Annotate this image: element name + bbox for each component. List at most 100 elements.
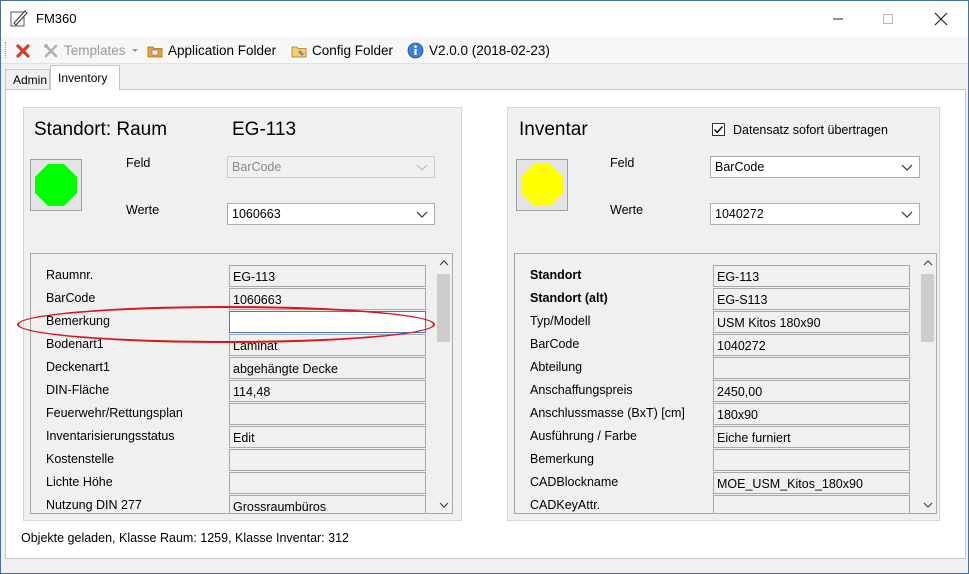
inventory-property-grid[interactable]: Standort EG-113 Standort (alt) EG-S113 Typ/M… xyxy=(514,253,937,514)
property-label: Abteilung xyxy=(530,360,583,374)
property-row[interactable]: BarCode 1060663 xyxy=(31,287,452,310)
application-folder-label: Application Folder xyxy=(168,43,277,58)
red-x-icon xyxy=(16,43,30,58)
version-label: V2.0.0 (2018-02-23) xyxy=(429,43,550,58)
chevron-down-icon xyxy=(901,164,913,171)
right-werte-select[interactable]: 1040272 xyxy=(710,203,920,225)
property-row[interactable]: BarCode 1040272 xyxy=(515,333,936,356)
property-value-field[interactable] xyxy=(229,403,426,425)
property-value-field[interactable]: abgehängte Decke xyxy=(229,357,426,379)
maximize-button[interactable] xyxy=(868,5,908,33)
status-bar-text: Objekte geladen, Klasse Raum: 1259, Klas… xyxy=(21,531,349,545)
property-value-field[interactable]: EG-S113 xyxy=(713,288,910,310)
scroll-thumb[interactable] xyxy=(921,274,934,342)
property-value-field[interactable] xyxy=(713,495,910,513)
transfer-immediately-checkbox[interactable] xyxy=(712,123,725,136)
scroll-down-button[interactable] xyxy=(435,496,452,513)
tab-admin[interactable]: Admin xyxy=(5,69,50,89)
property-value-field[interactable]: EG-113 xyxy=(229,265,426,287)
templates-label: Templates xyxy=(64,43,126,58)
property-label: Ausführung / Farbe xyxy=(530,429,638,443)
left-feld-select[interactable]: BarCode xyxy=(227,156,435,178)
property-row[interactable]: Kostenstelle xyxy=(31,448,452,471)
scroll-down-button[interactable] xyxy=(919,496,936,513)
property-row[interactable]: DIN-Fläche 114,48 xyxy=(31,379,452,402)
property-label: BarCode xyxy=(46,291,96,305)
tab-inventory[interactable]: Inventory xyxy=(50,65,120,90)
delete-button[interactable] xyxy=(15,40,36,61)
property-row[interactable]: Lichte Höhe xyxy=(31,471,452,494)
left-werte-value: 1060663 xyxy=(232,207,281,221)
left-feld-label: Feld xyxy=(126,156,151,170)
property-value-field[interactable]: USM Kitos 180x90 xyxy=(713,311,910,333)
left-feld-value: BarCode xyxy=(232,160,282,174)
toolbar-grip[interactable] xyxy=(5,42,8,58)
property-value-field[interactable]: Eiche furniert xyxy=(713,426,910,448)
app-window: FM360 Templates Application Folder Confi… xyxy=(0,0,969,574)
right-feld-label: Feld xyxy=(610,156,635,170)
property-row[interactable]: CADKeyAttr. xyxy=(515,494,936,513)
config-folder-button[interactable]: Config Folder xyxy=(291,40,393,61)
property-label: Bodenart1 xyxy=(46,337,104,351)
property-value-field[interactable]: Edit xyxy=(229,426,426,448)
property-value-field[interactable]: Laminat xyxy=(229,334,426,356)
property-value-field[interactable] xyxy=(713,357,910,379)
close-icon xyxy=(934,12,948,26)
chevron-up-icon xyxy=(439,259,448,265)
info-icon xyxy=(407,42,424,59)
property-row[interactable]: Feuerwehr/Rettungsplan xyxy=(31,402,452,425)
property-row[interactable]: CADBlockname MOE_USM_Kitos_180x90 xyxy=(515,471,936,494)
property-row[interactable]: Bemerkung xyxy=(515,448,936,471)
version-info-button[interactable]: V2.0.0 (2018-02-23) xyxy=(407,40,550,61)
property-row[interactable]: Bemerkung xyxy=(31,310,452,333)
property-value-field[interactable]: EG-113 xyxy=(713,265,910,287)
inventory-panel: Inventar Datensatz sofort übertragen Fel… xyxy=(507,107,940,521)
property-value-field[interactable]: 2450,00 xyxy=(713,380,910,402)
minimize-button[interactable] xyxy=(818,5,858,33)
property-value-field[interactable]: MOE_USM_Kitos_180x90 xyxy=(713,472,910,494)
toolbar: Templates Application Folder Config Fold… xyxy=(1,37,968,64)
location-grid-scrollbar[interactable] xyxy=(435,254,452,513)
property-row[interactable]: Typ/Modell USM Kitos 180x90 xyxy=(515,310,936,333)
location-panel: Standort: Raum EG-113 Feld BarCode Werte… xyxy=(23,107,462,521)
application-folder-button[interactable]: Application Folder xyxy=(147,40,276,61)
close-button[interactable] xyxy=(921,5,961,33)
config-folder-icon xyxy=(291,46,307,57)
location-property-grid[interactable]: Raumnr. EG-113 BarCode 1060663 Bemerkung Bode… xyxy=(30,253,453,514)
property-value-field[interactable]: 1060663 xyxy=(229,288,426,310)
property-row[interactable]: Ausführung / Farbe Eiche furniert xyxy=(515,425,936,448)
property-row[interactable]: Standort (alt) EG-S113 xyxy=(515,287,936,310)
property-value-field[interactable]: Grossraumbüros xyxy=(229,495,426,513)
property-value-field[interactable]: 1040272 xyxy=(713,334,910,356)
property-value-field[interactable] xyxy=(229,449,426,471)
property-value-field[interactable]: 180x90 xyxy=(713,403,910,425)
property-row[interactable]: Deckenart1 abgehängte Decke xyxy=(31,356,452,379)
property-row[interactable]: Anschaffungspreis 2450,00 xyxy=(515,379,936,402)
property-label: DIN-Fläche xyxy=(46,383,110,397)
location-status-indicator xyxy=(30,159,82,211)
inventory-grid-scrollbar[interactable] xyxy=(919,254,936,513)
left-werte-select[interactable]: 1060663 xyxy=(227,203,435,225)
property-row[interactable]: Abteilung xyxy=(515,356,936,379)
property-value-field[interactable] xyxy=(713,449,910,471)
property-row[interactable]: Raumnr. EG-113 xyxy=(31,264,452,287)
config-folder-label: Config Folder xyxy=(312,43,394,58)
scroll-thumb[interactable] xyxy=(437,274,450,342)
right-feld-select[interactable]: BarCode xyxy=(710,156,920,178)
property-label: Bemerkung xyxy=(46,314,110,328)
property-value-field[interactable]: 114,48 xyxy=(229,380,426,402)
scroll-up-button[interactable] xyxy=(435,254,452,271)
property-row[interactable]: Inventarisierungsstatus Edit xyxy=(31,425,452,448)
property-row[interactable]: Nutzung DIN 277 Grossraumbüros xyxy=(31,494,452,513)
property-label: CADKeyAttr. xyxy=(530,498,601,512)
templates-button[interactable]: Templates xyxy=(43,40,139,61)
minimize-icon xyxy=(833,18,843,20)
property-label: Deckenart1 xyxy=(46,360,110,374)
property-row[interactable]: Anschlussmasse (BxT) [cm] 180x90 xyxy=(515,402,936,425)
property-value-field[interactable] xyxy=(229,472,426,494)
property-row[interactable]: Standort EG-113 xyxy=(515,264,936,287)
scroll-up-button[interactable] xyxy=(919,254,936,271)
property-value-field[interactable] xyxy=(229,311,426,333)
property-row[interactable]: Bodenart1 Laminat xyxy=(31,333,452,356)
property-label: CADBlockname xyxy=(530,475,619,489)
